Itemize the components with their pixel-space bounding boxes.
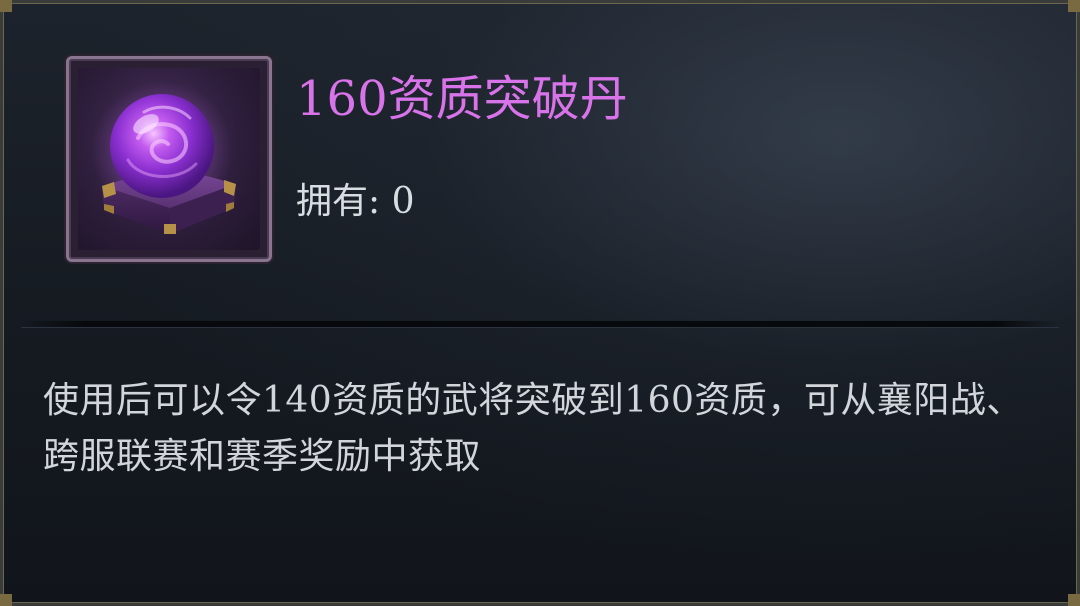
frame-corner-ornament	[0, 0, 12, 12]
item-icon-frame	[66, 56, 272, 262]
owned-count-row: 拥有: 0	[296, 177, 415, 227]
item-name: 160资质突破丹	[296, 71, 628, 127]
frame-corner-ornament	[1068, 594, 1080, 606]
section-divider	[21, 321, 1059, 328]
owned-label: 拥有:	[296, 181, 381, 222]
purple-orb-on-chest-icon	[78, 68, 260, 250]
item-description: 使用后可以令140资质的武将突破到160资质，可从襄阳战、跨服联赛和赛季奖励中获…	[43, 380, 1023, 477]
item-tooltip-panel: 160资质突破丹 拥有: 0 使用后可以令140资质的武将突破到160资质，可从…	[0, 0, 1080, 606]
frame-corner-ornament	[1068, 0, 1080, 12]
frame-corner-ornament	[0, 594, 12, 606]
owned-count: 0	[391, 181, 415, 222]
item-icon-background	[78, 68, 260, 250]
